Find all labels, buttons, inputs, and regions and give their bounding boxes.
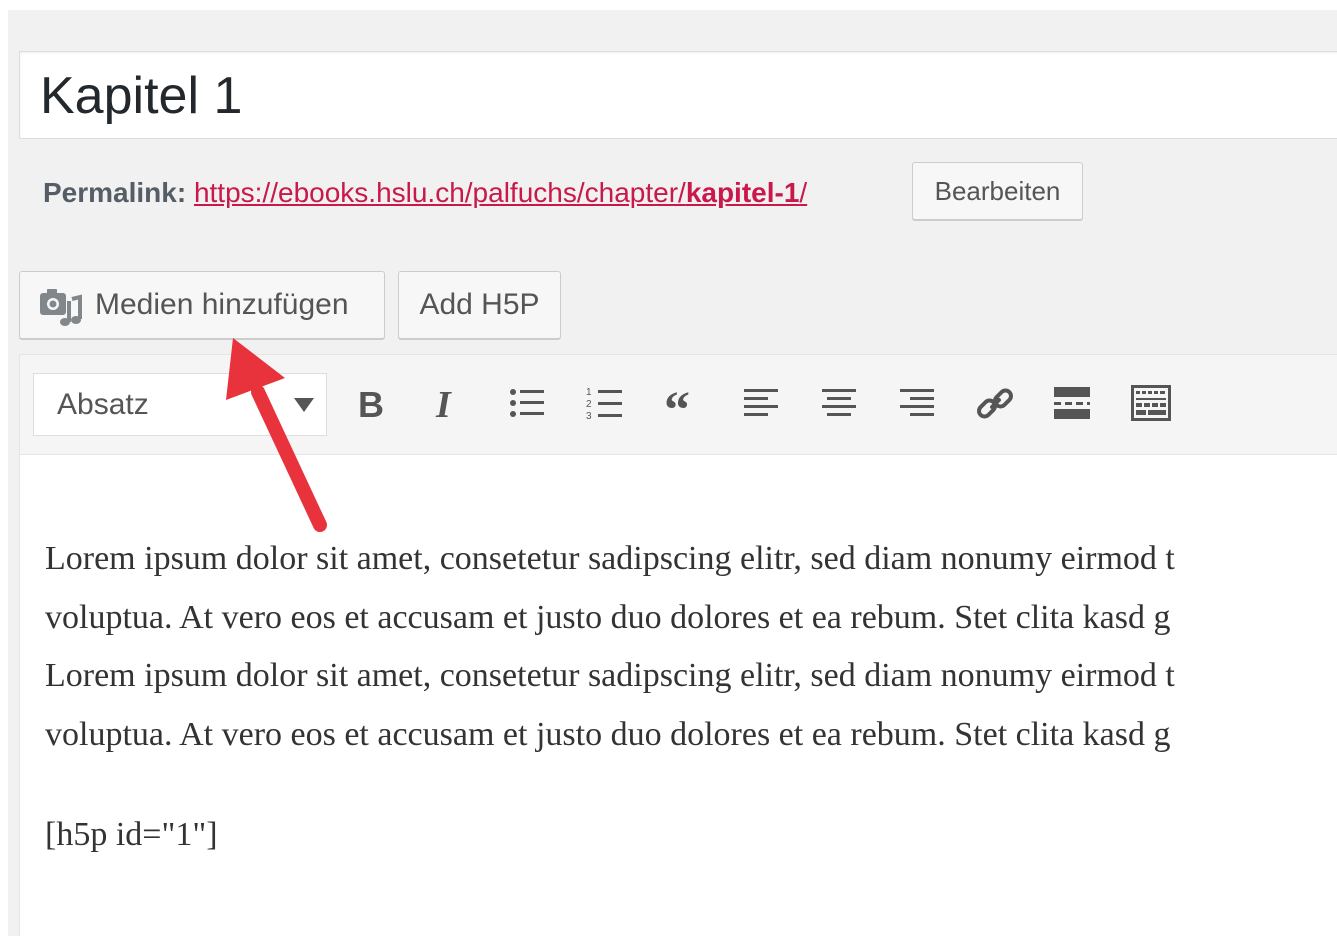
bulleted-list-icon[interactable] bbox=[504, 381, 550, 427]
read-more-icon[interactable] bbox=[1050, 381, 1096, 427]
align-center-icon[interactable] bbox=[816, 381, 862, 427]
permalink-link[interactable]: https://ebooks.hslu.ch/palfuchs/chapter/… bbox=[194, 177, 807, 208]
blockquote-icon[interactable]: “ bbox=[660, 381, 706, 427]
content-editor[interactable]: Absatz B I 1 2 3 “ Lorem ipsum dolor sit… bbox=[19, 354, 1337, 936]
align-right-icon[interactable] bbox=[894, 381, 940, 427]
svg-text:“: “ bbox=[664, 382, 690, 427]
svg-text:1: 1 bbox=[586, 387, 592, 398]
svg-text:B: B bbox=[358, 384, 384, 425]
title-input[interactable]: Kapitel 1 bbox=[40, 66, 242, 126]
add-h5p-button[interactable]: Add H5P bbox=[398, 271, 561, 339]
add-media-icon bbox=[38, 285, 82, 327]
permalink-edit-button[interactable]: Bearbeiten bbox=[912, 162, 1083, 220]
paragraph-line: Lorem ipsum dolor sit amet, consetetur s… bbox=[45, 540, 1175, 577]
paragraph-line: voluptua. At vero eos et accusam et just… bbox=[45, 715, 1171, 753]
svg-text:3: 3 bbox=[586, 411, 592, 422]
permalink-row: Permalink: https://ebooks.hslu.ch/palfuc… bbox=[43, 175, 807, 211]
format-select-value: Absatz bbox=[57, 388, 149, 421]
bold-icon[interactable]: B bbox=[349, 381, 395, 427]
link-icon[interactable] bbox=[972, 381, 1018, 427]
title-field[interactable]: Kapitel 1 bbox=[19, 51, 1337, 139]
svg-text:2: 2 bbox=[586, 399, 592, 410]
permalink-label: Permalink: bbox=[43, 177, 187, 208]
editor-page: Kapitel 1 Permalink: https://ebooks.hslu… bbox=[8, 10, 1337, 936]
chevron-down-icon bbox=[294, 398, 314, 412]
add-media-button[interactable]: Medien hinzufügen bbox=[19, 271, 385, 339]
h5p-shortcode: [h5p id="1"] bbox=[45, 816, 218, 853]
italic-icon[interactable]: I bbox=[426, 381, 472, 427]
format-select[interactable]: Absatz bbox=[33, 373, 327, 436]
editor-toolbar: Absatz B I 1 2 3 “ bbox=[20, 355, 1337, 455]
numbered-list-icon[interactable]: 1 2 3 bbox=[582, 381, 628, 427]
svg-text:I: I bbox=[435, 384, 452, 426]
editor-body[interactable]: Lorem ipsum dolor sit amet, consetetur s… bbox=[45, 530, 1337, 865]
align-left-icon[interactable] bbox=[738, 381, 784, 427]
paragraph-line: Lorem ipsum dolor sit amet, consetetur s… bbox=[45, 657, 1175, 694]
add-media-label: Medien hinzufügen bbox=[95, 288, 349, 321]
paragraph-line: voluptua. At vero eos et accusam et just… bbox=[45, 598, 1171, 636]
toolbar-toggle-icon[interactable] bbox=[1128, 381, 1174, 427]
